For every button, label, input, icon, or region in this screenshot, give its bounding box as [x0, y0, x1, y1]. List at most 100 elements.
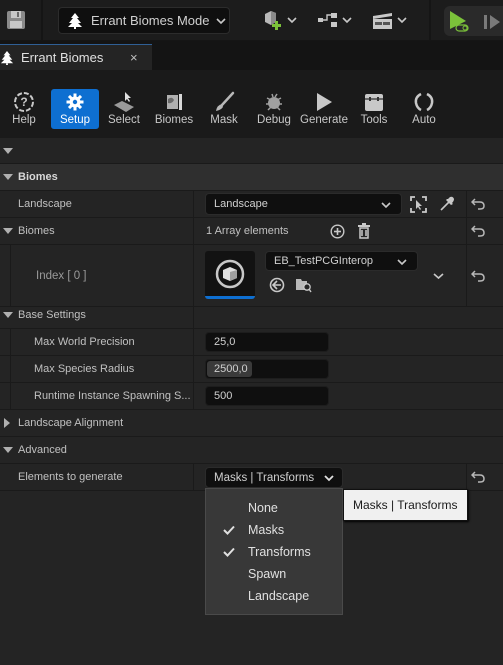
mode-button-mask[interactable]: Mask: [200, 89, 248, 129]
menu-item-label: Transforms: [248, 545, 311, 559]
toolbar-separator: [41, 0, 43, 41]
chevron-down-icon: [397, 17, 407, 24]
save-button[interactable]: [6, 10, 26, 30]
max-species-radius-slider[interactable]: 2500,0: [205, 359, 329, 379]
collapse-arrow-icon[interactable]: [3, 447, 13, 453]
root-category-row[interactable]: [0, 138, 503, 164]
collapse-arrow-icon[interactable]: [3, 147, 13, 154]
reset-to-default-icon[interactable]: [471, 269, 485, 282]
property-label: Biomes: [18, 225, 55, 237]
reset-to-default-icon[interactable]: [471, 471, 485, 483]
menu-item-spawn[interactable]: Spawn: [206, 563, 342, 585]
asset-picker-combo[interactable]: EB_TestPCGInterop: [265, 251, 418, 271]
runtime-spawning-input[interactable]: 500: [205, 386, 329, 406]
use-selected-icon[interactable]: [269, 277, 285, 293]
property-label: Max Species Radius: [34, 363, 135, 375]
max-world-precision-input[interactable]: 25,0: [205, 332, 329, 352]
browse-folder-icon[interactable]: [295, 276, 312, 293]
collapse-arrow-icon[interactable]: [3, 228, 13, 234]
input-value: 2500,0: [214, 363, 248, 375]
tree-icon: [0, 50, 14, 65]
chevron-down-icon: [287, 17, 297, 24]
svg-text:?: ?: [20, 95, 27, 109]
property-biomes-array: Biomes 1 Array elements: [0, 218, 503, 245]
menu-item-transforms[interactable]: Transforms: [206, 541, 342, 563]
eyedropper-icon[interactable]: [438, 196, 455, 213]
group-landscape-alignment[interactable]: Landscape Alignment: [0, 410, 503, 437]
gear-icon: [66, 93, 84, 111]
refresh-icon: [414, 92, 434, 112]
property-label: Max World Precision: [34, 336, 135, 348]
property-landscape: Landscape Landscape: [0, 191, 503, 218]
collapse-arrow-icon[interactable]: [3, 312, 13, 318]
chevron-down-icon: [397, 259, 407, 266]
add-actor-icon: [265, 11, 281, 30]
play-controls: [444, 6, 503, 36]
group-advanced[interactable]: Advanced: [0, 437, 503, 464]
save-icon: [7, 11, 25, 29]
mode-button-label: Setup: [59, 114, 91, 126]
expand-arrow-icon[interactable]: [4, 418, 10, 428]
landscape-combo[interactable]: Landscape: [205, 193, 402, 215]
tab-errant-biomes[interactable]: Errant Biomes ×: [0, 44, 152, 70]
bug-icon: [266, 93, 282, 111]
mode-button-biomes[interactable]: Biomes: [150, 89, 198, 129]
property-max-world-precision: Max World Precision 25,0: [0, 329, 503, 356]
chevron-down-icon: [381, 202, 391, 209]
tooltip-text: Masks | Transforms: [353, 498, 458, 512]
add-element-icon[interactable]: [330, 224, 345, 239]
group-base-settings[interactable]: Base Settings: [0, 302, 503, 329]
input-value: 500: [214, 390, 233, 402]
main-toolbar: Errant Biomes Mode: [0, 0, 503, 41]
menu-item-label: Landscape: [248, 589, 310, 603]
mode-button-label: Help: [12, 114, 36, 126]
cinematics-button[interactable]: [372, 10, 407, 30]
property-max-species-radius: Max Species Radius 2500,0: [0, 356, 503, 383]
mode-button-label: Auto: [412, 114, 436, 126]
asset-name: EB_TestPCGInterop: [274, 255, 374, 267]
mode-button-label: Biomes: [154, 114, 194, 126]
mode-dropdown[interactable]: Errant Biomes Mode: [58, 7, 230, 34]
mode-button-select[interactable]: Select: [100, 89, 148, 129]
collapse-arrow-icon[interactable]: [3, 174, 13, 180]
chevron-down-icon[interactable]: [433, 272, 444, 280]
array-count: 1 Array elements: [206, 225, 289, 237]
property-label: Landscape: [18, 198, 72, 210]
advance-frame-icon[interactable]: [484, 14, 502, 30]
menu-item-label: None: [248, 501, 278, 515]
mode-button-label: Debug: [257, 114, 291, 126]
help-icon: ?: [14, 92, 34, 112]
mode-button-label: Tools: [360, 114, 388, 126]
mode-button-auto[interactable]: Auto: [400, 89, 448, 129]
elements-combo[interactable]: Masks | Transforms: [205, 467, 343, 488]
pick-actor-icon[interactable]: [410, 196, 427, 213]
menu-item-masks[interactable]: Masks: [206, 519, 342, 541]
landscape-value: Landscape: [214, 198, 268, 210]
select-icon: [114, 92, 134, 112]
trash-icon[interactable]: [357, 223, 371, 239]
tab-label: Errant Biomes: [21, 50, 104, 65]
blueprint-button[interactable]: [317, 10, 352, 30]
close-icon[interactable]: ×: [130, 50, 138, 65]
biomes-icon: [167, 94, 182, 110]
mode-button-help[interactable]: ? Help: [0, 89, 48, 129]
menu-item-landscape[interactable]: Landscape: [206, 585, 342, 607]
mode-button-setup[interactable]: Setup: [51, 89, 99, 129]
mode-button-debug[interactable]: Debug: [250, 89, 298, 129]
elements-dropdown-menu: None Masks Transforms Spawn Landscape: [205, 488, 343, 615]
add-actor-button[interactable]: [262, 10, 297, 30]
mode-button-label: Mask: [210, 114, 238, 126]
play-button[interactable]: [448, 9, 472, 33]
reset-to-default-icon[interactable]: [471, 198, 485, 210]
reset-to-default-icon[interactable]: [471, 225, 485, 237]
mode-button-tools[interactable]: Tools: [350, 89, 398, 129]
group-label: Landscape Alignment: [18, 417, 124, 429]
category-label: Biomes: [18, 171, 58, 183]
menu-item-none[interactable]: None: [206, 497, 342, 519]
category-biomes[interactable]: Biomes: [0, 164, 503, 191]
play-icon: [317, 93, 332, 111]
property-label: Index [ 0 ]: [36, 269, 87, 282]
mode-button-generate[interactable]: Generate: [300, 89, 348, 129]
checkmark-icon: [223, 547, 235, 557]
asset-thumbnail[interactable]: [205, 251, 255, 299]
